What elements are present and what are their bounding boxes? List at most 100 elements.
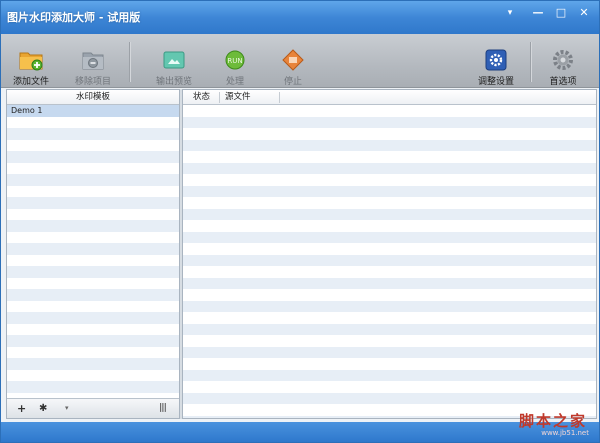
empty-row <box>7 208 179 220</box>
empty-row <box>183 358 596 370</box>
empty-row <box>7 197 179 209</box>
title-bar[interactable]: 图片水印添加大师 - 试用版 ▾ — □ ✕ <box>1 1 599 34</box>
remove-folder-icon <box>82 52 104 70</box>
settings-gear-icon <box>485 49 507 71</box>
stop-icon <box>282 49 304 71</box>
empty-row <box>183 139 596 151</box>
toolbar: 添加文件 移除项目 输出预览 RUN 处理 停止 调整设置 首选项 <box>1 34 599 88</box>
empty-row <box>7 128 179 140</box>
preferences-label: 首选项 <box>549 77 577 87</box>
empty-row <box>7 381 179 393</box>
template-settings-icon[interactable]: ✱ <box>39 401 47 416</box>
app-window: 图片水印添加大师 - 试用版 ▾ — □ ✕ 添加文件 移除项目 输出预览 RU… <box>0 0 600 443</box>
site-watermark-url: www.jb51.net <box>541 429 589 437</box>
preferences-button[interactable]: 首选项 <box>539 36 587 87</box>
empty-row <box>183 105 596 117</box>
template-column-header[interactable]: 水印模板 <box>7 90 179 105</box>
toolbar-separator <box>129 42 130 82</box>
empty-row <box>7 254 179 266</box>
empty-row <box>183 197 596 209</box>
adjust-settings-button[interactable]: 调整设置 <box>471 36 521 87</box>
empty-row <box>7 369 179 381</box>
status-bar <box>1 422 599 442</box>
empty-row <box>7 300 179 312</box>
template-header-label: 水印模板 <box>75 92 110 102</box>
template-item-label: Demo 1 <box>11 106 43 115</box>
empty-row <box>7 277 179 289</box>
empty-row <box>183 300 596 312</box>
svg-text:RUN: RUN <box>227 57 242 65</box>
close-button[interactable]: ✕ <box>575 6 593 20</box>
empty-row <box>183 243 596 255</box>
remove-item-button[interactable]: 移除项目 <box>67 36 119 87</box>
empty-row <box>183 392 596 404</box>
file-list-header: 状态 源文件 <box>183 90 596 105</box>
empty-row <box>7 162 179 174</box>
source-file-column-header[interactable]: 源文件 <box>225 90 251 104</box>
empty-row <box>183 116 596 128</box>
adjust-settings-label: 调整设置 <box>477 77 514 87</box>
empty-row <box>183 151 596 163</box>
empty-row <box>7 335 179 347</box>
file-list <box>183 105 596 418</box>
empty-row <box>183 277 596 289</box>
empty-row <box>183 174 596 186</box>
template-list-item[interactable]: Demo 1 <box>7 105 179 117</box>
remove-item-label: 移除项目 <box>74 77 111 87</box>
empty-row <box>183 208 596 220</box>
window-title: 图片水印添加大师 - 试用版 <box>7 11 141 24</box>
empty-row <box>7 116 179 128</box>
empty-row <box>7 312 179 324</box>
file-list-panel: 状态 源文件 <box>182 89 597 419</box>
empty-row <box>183 346 596 358</box>
empty-row <box>183 289 596 301</box>
output-preview-button[interactable]: 输出预览 <box>147 36 201 87</box>
empty-row <box>7 174 179 186</box>
empty-row <box>183 220 596 232</box>
empty-row <box>183 323 596 335</box>
column-divider[interactable] <box>279 92 280 103</box>
empty-row <box>7 151 179 163</box>
empty-row <box>183 381 596 393</box>
template-panel: 水印模板 Demo 1 + ✱ ▾ ||| <box>6 89 180 419</box>
empty-row <box>183 369 596 381</box>
add-file-label: 添加文件 <box>12 77 49 87</box>
status-column-header[interactable]: 状态 <box>193 90 210 104</box>
add-folder-icon <box>19 52 43 71</box>
template-dropdown-icon[interactable]: ▾ <box>65 401 69 416</box>
preview-icon <box>163 51 185 69</box>
empty-row <box>7 220 179 232</box>
empty-row <box>183 254 596 266</box>
process-run-icon: RUN <box>225 50 245 70</box>
empty-row <box>183 162 596 174</box>
empty-row <box>183 312 596 324</box>
empty-row <box>7 346 179 358</box>
empty-row <box>7 231 179 243</box>
output-preview-label: 输出预览 <box>155 77 192 87</box>
empty-row <box>183 231 596 243</box>
template-list: Demo 1 <box>7 105 179 398</box>
empty-row <box>7 289 179 301</box>
process-button[interactable]: RUN 处理 <box>213 36 257 87</box>
empty-row <box>7 358 179 370</box>
site-watermark: 脚本之家 <box>518 412 587 430</box>
preferences-gear-icon <box>553 50 573 70</box>
stop-label: 停止 <box>283 77 302 87</box>
minimize-button[interactable]: — <box>529 6 547 20</box>
columns-icon[interactable]: ||| <box>159 401 167 416</box>
empty-row <box>7 243 179 255</box>
stop-button[interactable]: 停止 <box>271 36 315 87</box>
empty-row <box>183 128 596 140</box>
add-file-button[interactable]: 添加文件 <box>7 36 55 87</box>
maximize-button[interactable]: □ <box>552 6 570 20</box>
empty-row <box>183 266 596 278</box>
process-label: 处理 <box>225 77 244 87</box>
empty-row <box>7 185 179 197</box>
add-template-button[interactable]: + <box>17 401 26 416</box>
empty-row <box>7 266 179 278</box>
empty-row <box>183 185 596 197</box>
toolbar-separator <box>530 42 531 82</box>
column-divider[interactable] <box>219 92 220 103</box>
empty-row <box>183 335 596 347</box>
window-menu-button[interactable]: ▾ <box>501 6 519 20</box>
